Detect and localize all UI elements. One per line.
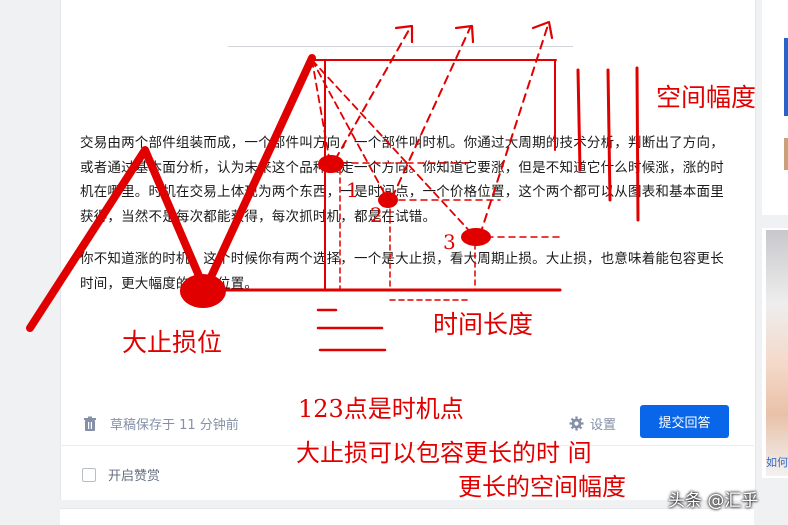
space-mark-3 (635, 66, 640, 222)
annotation-conclusion-2: 更长的空间幅度 (458, 473, 626, 501)
annotation-big-stop-loss: 大止损位 (122, 328, 223, 357)
annotation-point-1: 1 (346, 178, 359, 202)
ray-c (311, 59, 476, 238)
timing-dot-1 (318, 155, 344, 173)
arrow-3-head (531, 20, 554, 40)
annotation-point-3: 3 (443, 230, 456, 254)
annotation-conclusion-1: 大止损可以包容更长的时 间 (296, 439, 592, 467)
price-zigzag-line (26, 54, 316, 332)
arrow-1 (334, 27, 411, 161)
space-mark-2 (606, 68, 612, 202)
watermark: 头条 @汇乎 (668, 491, 759, 511)
stop-loss-dot (180, 274, 226, 308)
annotation-point-2: 2 (370, 203, 383, 227)
annotation-timing-points: 123点是时机点 (298, 395, 464, 423)
arrow-1-head (394, 24, 414, 44)
annotation-time-length: 时间长度 (433, 310, 534, 339)
timing-dot-3 (461, 228, 491, 246)
arrow-2 (391, 27, 471, 199)
annotation-space-range: 空间幅度 (656, 83, 757, 112)
space-mark-1 (576, 68, 582, 172)
arrow-3 (479, 24, 549, 236)
